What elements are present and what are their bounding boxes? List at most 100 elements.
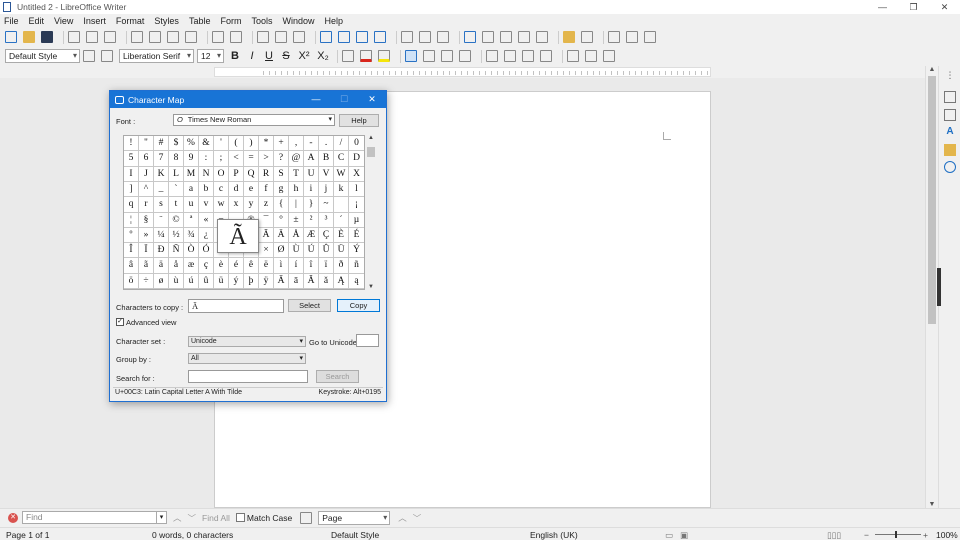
align-center-icon[interactable] bbox=[423, 50, 435, 62]
character-cell[interactable]: i bbox=[304, 181, 319, 198]
character-cell[interactable]: û bbox=[199, 273, 214, 289]
basic-shapes-icon[interactable] bbox=[626, 31, 638, 43]
character-cell[interactable]: º bbox=[124, 227, 139, 244]
character-cell[interactable]: § bbox=[139, 212, 154, 228]
character-cell[interactable]: U bbox=[304, 166, 319, 182]
zoom-level[interactable]: 100% bbox=[936, 530, 958, 540]
character-cell[interactable]: Å bbox=[289, 227, 304, 244]
character-cell[interactable]: P bbox=[229, 166, 244, 182]
character-cell[interactable]: Ï bbox=[139, 243, 154, 259]
character-cell[interactable]: Ñ bbox=[169, 243, 184, 259]
character-cell[interactable]: Ð bbox=[154, 243, 169, 259]
character-cell[interactable]: ^ bbox=[139, 181, 154, 198]
superscript-button[interactable]: X² bbox=[295, 50, 313, 62]
character-cell[interactable]: Ù bbox=[289, 243, 304, 259]
character-cell[interactable]: 6 bbox=[139, 151, 154, 167]
character-cell[interactable]: T bbox=[289, 166, 304, 182]
find-replace-icon[interactable] bbox=[300, 511, 313, 524]
minimize-button[interactable]: — bbox=[867, 0, 898, 14]
character-cell[interactable]: å bbox=[169, 258, 184, 274]
character-cell[interactable]: Ú bbox=[304, 243, 319, 259]
close-button[interactable]: ✕ bbox=[929, 0, 960, 14]
font-size-combo[interactable]: 12 bbox=[197, 49, 224, 63]
character-cell[interactable]: ð bbox=[334, 258, 349, 274]
character-cell[interactable]: & bbox=[199, 136, 214, 152]
menu-form[interactable]: Form bbox=[220, 16, 241, 26]
clone-formatting-icon[interactable] bbox=[185, 31, 197, 43]
export-pdf-icon[interactable] bbox=[68, 31, 80, 43]
character-cell[interactable]: | bbox=[289, 197, 304, 213]
zoom-out-icon[interactable]: − bbox=[864, 530, 869, 540]
character-cell[interactable]: Q bbox=[244, 166, 259, 182]
group-by-combo[interactable]: All bbox=[188, 353, 306, 364]
character-cell[interactable]: R bbox=[259, 166, 274, 182]
character-cell[interactable]: ā bbox=[289, 273, 304, 289]
endnote-icon[interactable] bbox=[500, 31, 512, 43]
insert-textbox-icon[interactable] bbox=[374, 31, 386, 43]
character-cell[interactable]: æ bbox=[184, 258, 199, 274]
character-cell[interactable]: ÷ bbox=[139, 273, 154, 289]
character-cell[interactable]: @ bbox=[289, 151, 304, 167]
increase-indent-icon[interactable] bbox=[522, 50, 534, 62]
comment-icon[interactable] bbox=[563, 31, 575, 43]
close-find-icon[interactable]: ✕ bbox=[8, 512, 18, 523]
sidebar-menu-icon[interactable]: ⋮ bbox=[944, 70, 956, 82]
character-cell[interactable]: { bbox=[274, 197, 289, 213]
character-cell[interactable]: × bbox=[259, 243, 274, 259]
menu-styles[interactable]: Styles bbox=[154, 16, 179, 26]
paragraph-spacing-icon[interactable] bbox=[585, 50, 597, 62]
character-cell[interactable]: J bbox=[139, 166, 154, 182]
character-cell[interactable]: h bbox=[289, 181, 304, 198]
character-grid-scrollbar[interactable]: ▲ ▼ bbox=[366, 135, 376, 290]
grid-scroll-thumb[interactable] bbox=[367, 147, 375, 157]
character-cell[interactable]: = bbox=[244, 151, 259, 167]
line-icon[interactable] bbox=[608, 31, 620, 43]
character-cell[interactable]: Ã bbox=[259, 227, 274, 244]
navigator-icon[interactable] bbox=[944, 161, 956, 173]
gallery-icon[interactable] bbox=[944, 144, 956, 156]
character-cell[interactable]: î bbox=[304, 258, 319, 274]
justify-icon[interactable] bbox=[459, 50, 471, 62]
go-to-unicode-field[interactable] bbox=[356, 334, 379, 347]
character-cell[interactable]: ² bbox=[304, 212, 319, 228]
character-cell[interactable]: + bbox=[274, 136, 289, 152]
character-cell[interactable]: ç bbox=[199, 258, 214, 274]
character-cell[interactable]: Ó bbox=[199, 243, 214, 259]
character-cell[interactable]: ½ bbox=[169, 227, 184, 244]
paragraph-style-combo[interactable]: Default Style bbox=[5, 49, 80, 63]
grid-scroll-down-icon[interactable]: ▼ bbox=[366, 284, 376, 290]
character-cell[interactable]: » bbox=[139, 227, 154, 244]
italic-button[interactable]: I bbox=[244, 50, 260, 62]
character-cell[interactable]: 7 bbox=[154, 151, 169, 167]
match-case-checkbox[interactable] bbox=[235, 513, 245, 522]
special-character-icon[interactable] bbox=[437, 31, 449, 43]
character-cell[interactable]: O bbox=[214, 166, 229, 182]
character-cell[interactable]: ? bbox=[274, 151, 289, 167]
zoom-slider-knob[interactable] bbox=[895, 531, 897, 538]
save-icon[interactable] bbox=[41, 31, 53, 43]
character-cell[interactable]: l bbox=[349, 182, 364, 198]
character-cell[interactable]: ~ bbox=[319, 197, 334, 213]
character-cell[interactable]: 9 bbox=[184, 151, 199, 167]
find-previous-icon[interactable]: ︿ bbox=[173, 512, 182, 524]
menu-help[interactable]: Help bbox=[324, 16, 343, 26]
highlight-color-icon[interactable] bbox=[378, 50, 390, 62]
character-cell[interactable]: Î bbox=[124, 243, 139, 259]
character-cell[interactable]: ] bbox=[124, 181, 139, 198]
character-cell[interactable]: V bbox=[319, 166, 334, 182]
text-language[interactable]: English (UK) bbox=[530, 530, 578, 540]
character-cell[interactable]: - bbox=[304, 136, 319, 152]
character-cell[interactable]: W bbox=[334, 166, 349, 182]
character-cell[interactable]: d bbox=[229, 181, 244, 198]
character-cell[interactable]: % bbox=[184, 136, 199, 152]
character-cell[interactable]: ¯ bbox=[259, 212, 274, 228]
character-cell[interactable]: " bbox=[139, 136, 154, 152]
character-cell[interactable]: ø bbox=[154, 273, 169, 289]
character-cell[interactable]: f bbox=[259, 181, 274, 198]
footnote-icon[interactable] bbox=[482, 31, 494, 43]
find-replace-icon[interactable] bbox=[257, 31, 269, 43]
character-cell[interactable]: Ç bbox=[319, 227, 334, 244]
copy-button[interactable]: Copy bbox=[337, 299, 380, 312]
character-cell[interactable]: ö bbox=[124, 273, 139, 289]
character-cell[interactable]: í bbox=[289, 258, 304, 274]
